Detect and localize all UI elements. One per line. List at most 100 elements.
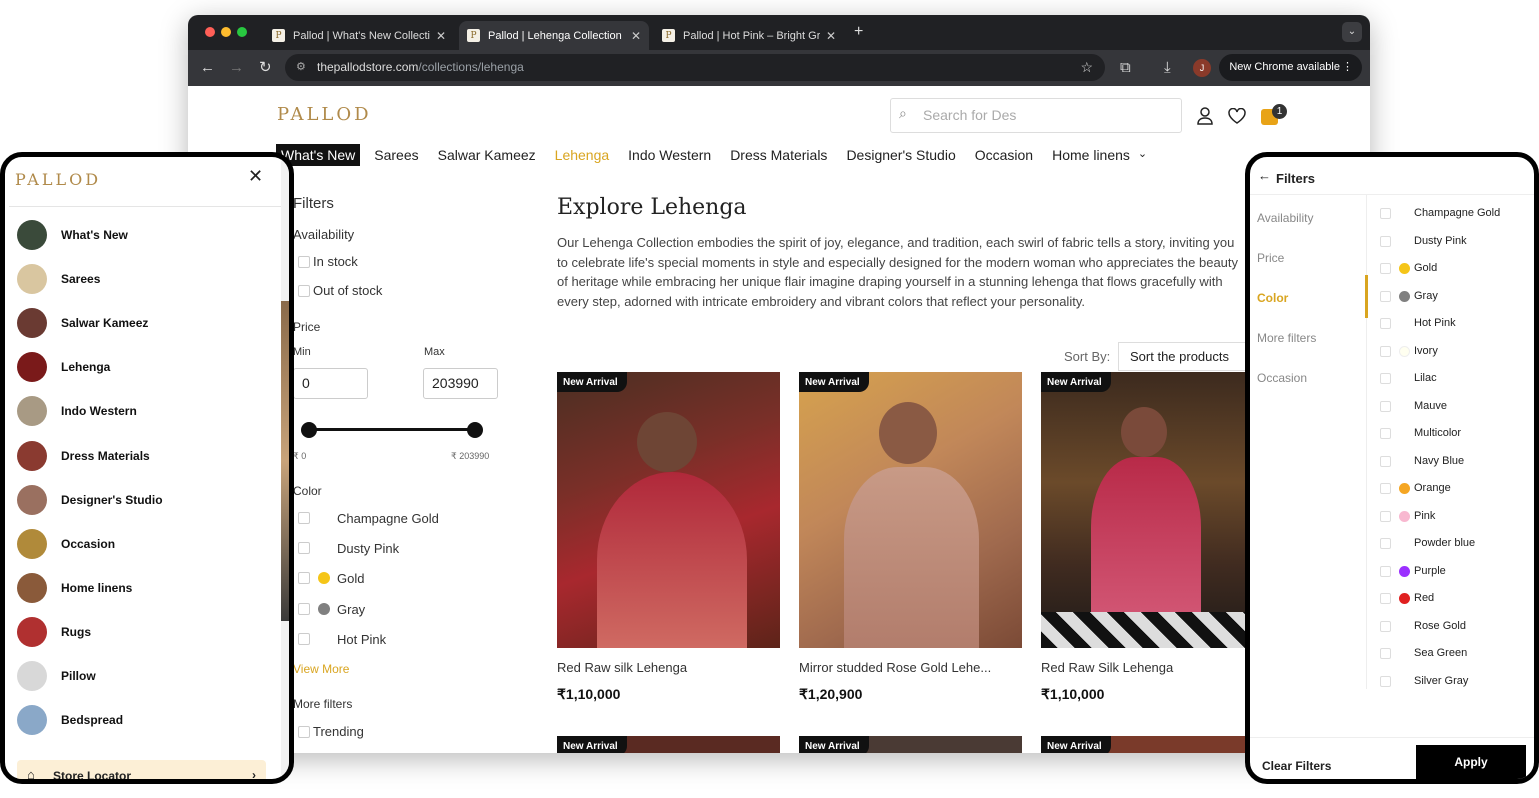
color-checkbox[interactable] — [1380, 208, 1391, 219]
color-option-label[interactable]: Pink — [1414, 510, 1435, 522]
color-checkbox[interactable] — [298, 512, 310, 524]
product-image[interactable]: New Arrival — [557, 372, 780, 648]
pallod-logo[interactable]: PALLOD — [15, 170, 101, 189]
color-checkbox[interactable] — [1380, 428, 1391, 439]
user-icon[interactable] — [1197, 107, 1213, 125]
address-bar[interactable]: ⚙ thepallodstore.com/collections/lehenga… — [285, 54, 1105, 81]
nav-dress-materials[interactable]: Dress Materials — [725, 144, 832, 166]
wishlist-heart-icon[interactable] — [1228, 108, 1246, 124]
color-option-label[interactable]: Mauve — [1414, 400, 1447, 412]
filter-tab[interactable]: More filters — [1257, 331, 1316, 345]
color-option-label[interactable]: Purple — [1414, 565, 1446, 577]
scrollbar-thumb[interactable] — [281, 301, 289, 621]
profile-avatar[interactable]: J — [1193, 59, 1211, 77]
minimize-window-button[interactable] — [221, 27, 231, 37]
search-input[interactable]: Search for Des — [890, 98, 1182, 133]
chevron-down-icon[interactable]: ⌄ — [1138, 144, 1147, 166]
tab-search-icon[interactable]: ⌄ — [1342, 22, 1362, 42]
browser-tab-lehenga[interactable]: P Pallod | Lehenga Collection ✕ — [459, 21, 649, 50]
extensions-icon[interactable]: ⧉ — [1120, 50, 1131, 86]
reload-icon[interactable]: ↻ — [259, 50, 272, 86]
color-checkbox[interactable] — [1380, 565, 1391, 577]
nav-occasion[interactable]: Occasion — [970, 144, 1038, 166]
mobile-menu-item[interactable]: Bedspread — [17, 704, 123, 736]
mobile-menu-item[interactable]: Designer's Studio — [17, 484, 163, 516]
product-image[interactable]: New Arrival — [799, 736, 1022, 753]
close-icon[interactable]: ✕ — [248, 166, 263, 187]
price-slider-max-handle[interactable] — [467, 422, 483, 438]
mobile-menu-item[interactable]: Rugs — [17, 616, 91, 648]
mobile-menu-item[interactable]: Lehenga — [17, 351, 110, 383]
color-option-label[interactable]: Silver Gray — [1414, 675, 1468, 687]
nav-indo-western[interactable]: Indo Western — [623, 144, 716, 166]
trending-checkbox[interactable] — [298, 726, 310, 738]
mobile-menu-item[interactable]: Pillow — [17, 660, 96, 692]
nav-sarees[interactable]: Sarees — [369, 144, 423, 166]
color-option-label[interactable]: Navy Blue — [1414, 455, 1464, 467]
color-checkbox[interactable] — [1380, 373, 1391, 384]
mobile-menu-item[interactable]: Indo Western — [17, 395, 137, 427]
product-name[interactable]: Red Raw silk Lehenga — [557, 660, 780, 675]
nav-lehenga[interactable]: Lehenga — [550, 144, 615, 166]
color-option-label[interactable]: Champagne Gold — [337, 511, 439, 526]
color-option-label[interactable]: Gold — [337, 571, 364, 586]
new-tab-icon[interactable]: + — [854, 15, 863, 49]
color-checkbox[interactable] — [1380, 483, 1391, 494]
color-option-label[interactable]: Gray — [337, 602, 365, 617]
color-checkbox[interactable] — [298, 632, 310, 645]
color-checkbox[interactable] — [1380, 455, 1391, 467]
store-locator-button[interactable]: Store Locator ⌂ › — [17, 760, 266, 779]
new-chrome-available-button[interactable]: New Chrome available ⋮ — [1219, 54, 1362, 81]
apply-button[interactable]: Apply — [1416, 745, 1526, 779]
filter-tab[interactable]: Occasion — [1257, 371, 1307, 385]
color-checkbox[interactable] — [1380, 345, 1391, 357]
color-checkbox[interactable] — [298, 542, 310, 555]
color-checkbox[interactable] — [1380, 593, 1391, 604]
view-more-link[interactable]: View More — [293, 662, 349, 676]
color-checkbox[interactable] — [298, 602, 310, 615]
nav-salwar-kameez[interactable]: Salwar Kameez — [433, 144, 541, 166]
color-checkbox[interactable] — [1380, 538, 1391, 549]
nav-designers-studio[interactable]: Designer's Studio — [841, 144, 960, 166]
product-image[interactable]: New Arrival — [557, 736, 780, 753]
download-icon[interactable]: ⤓ — [1164, 50, 1171, 86]
color-option-label[interactable]: Dusty Pink — [1414, 235, 1467, 247]
color-checkbox[interactable] — [1380, 235, 1391, 247]
back-arrow-icon[interactable]: ← — [1258, 168, 1271, 183]
close-tab-icon[interactable]: ✕ — [436, 29, 446, 43]
color-checkbox[interactable] — [1380, 400, 1391, 412]
color-option-label[interactable]: Red — [1414, 592, 1434, 604]
color-option-label[interactable]: Rose Gold — [1414, 620, 1466, 632]
mobile-menu-item[interactable]: Sarees — [17, 263, 100, 295]
product-card[interactable]: New Arrival Red Raw silk Lehenga ₹1,10,0… — [557, 372, 780, 703]
filter-tab[interactable]: Availability — [1257, 211, 1313, 225]
mobile-menu-item[interactable]: Occasion — [17, 528, 115, 560]
close-tab-icon[interactable]: ✕ — [631, 29, 641, 43]
out-of-stock-checkbox[interactable] — [298, 285, 310, 297]
color-option-label[interactable]: Gray — [1414, 290, 1438, 302]
maximize-window-button[interactable] — [237, 27, 247, 37]
max-price-input[interactable]: 203990 — [423, 368, 498, 399]
color-checkbox[interactable] — [1380, 620, 1391, 632]
in-stock-checkbox[interactable] — [298, 256, 310, 268]
color-option-label[interactable]: Powder blue — [1414, 537, 1475, 549]
color-option-label[interactable]: Dusty Pink — [337, 541, 399, 556]
mobile-menu-item[interactable]: Dress Materials — [17, 440, 150, 472]
product-name[interactable]: Mirror studded Rose Gold Lehe... — [799, 660, 1022, 675]
color-option-label[interactable]: Lilac — [1414, 372, 1437, 384]
product-image[interactable]: New Arrival — [799, 372, 1022, 648]
product-image[interactable]: New Arrival — [1041, 372, 1247, 648]
site-settings-icon[interactable]: ⚙ — [296, 54, 306, 81]
mobile-menu-item[interactable]: Home linens — [17, 572, 132, 604]
browser-tab-hot-pink[interactable]: P Pallod | Hot Pink – Bright Gre ✕ — [654, 21, 844, 50]
back-icon[interactable]: ← — [200, 50, 215, 86]
color-option-label[interactable]: Gold — [1414, 262, 1437, 274]
color-checkbox[interactable] — [1380, 263, 1391, 274]
color-option-label[interactable]: Multicolor — [1414, 427, 1461, 439]
color-checkbox[interactable] — [1380, 648, 1391, 659]
color-checkbox[interactable] — [1380, 318, 1391, 329]
bookmark-star-icon[interactable]: ☆ — [1080, 54, 1093, 81]
close-window-button[interactable] — [205, 27, 215, 37]
mobile-menu-item[interactable]: Salwar Kameez — [17, 307, 148, 339]
browser-tab-whats-new[interactable]: P Pallod | What's New Collectio ✕ — [264, 21, 454, 50]
